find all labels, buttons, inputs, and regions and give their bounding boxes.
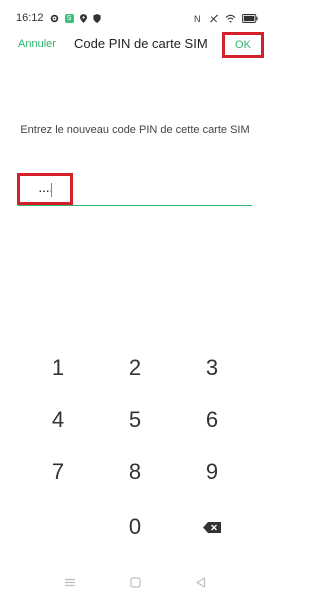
shield-icon <box>92 13 101 23</box>
header-bar: Annuler Code PIN de carte SIM OK <box>0 32 270 58</box>
key-8[interactable]: 8 <box>103 454 167 490</box>
gear-icon <box>50 14 59 23</box>
key-4[interactable]: 4 <box>26 402 90 438</box>
navigation-bar <box>0 568 270 596</box>
key-3[interactable]: 3 <box>180 350 244 386</box>
key-2[interactable]: 2 <box>103 350 167 386</box>
key-0[interactable]: 0 <box>103 509 167 545</box>
page-title: Code PIN de carte SIM <box>74 36 208 51</box>
location-icon <box>79 13 87 23</box>
back-button[interactable] <box>186 572 214 592</box>
menu-icon <box>64 578 76 587</box>
pin-input-field[interactable]: ···· <box>17 173 252 206</box>
nfc-icon: N <box>194 14 203 23</box>
wifi-icon <box>225 14 236 23</box>
back-icon <box>195 576 206 588</box>
cancel-button[interactable]: Annuler <box>18 38 56 50</box>
menu-button[interactable] <box>56 572 84 592</box>
key-5[interactable]: 5 <box>103 402 167 438</box>
backspace-icon <box>203 521 221 533</box>
status-left: 16:12 S <box>16 12 101 24</box>
ok-button[interactable]: OK <box>222 32 264 58</box>
key-9[interactable]: 9 <box>180 454 244 490</box>
svg-text:N: N <box>194 14 201 23</box>
key-7[interactable]: 7 <box>26 454 90 490</box>
key-6[interactable]: 6 <box>180 402 244 438</box>
backspace-button[interactable] <box>180 509 244 545</box>
no-signal-icon <box>209 14 219 23</box>
pin-input-underline <box>18 205 252 206</box>
notification-badge-icon: S <box>64 13 74 23</box>
home-icon <box>129 576 141 588</box>
battery-icon <box>242 13 258 23</box>
status-right: N <box>194 13 258 23</box>
home-button[interactable] <box>121 572 149 592</box>
pin-input-highlight <box>17 173 73 205</box>
pin-prompt: Entrez le nouveau code PIN de cette cart… <box>20 124 250 136</box>
status-bar: 16:12 S N <box>0 0 270 36</box>
status-time: 16:12 <box>16 12 44 24</box>
key-1[interactable]: 1 <box>26 350 90 386</box>
ok-button-label: OK <box>235 39 251 51</box>
